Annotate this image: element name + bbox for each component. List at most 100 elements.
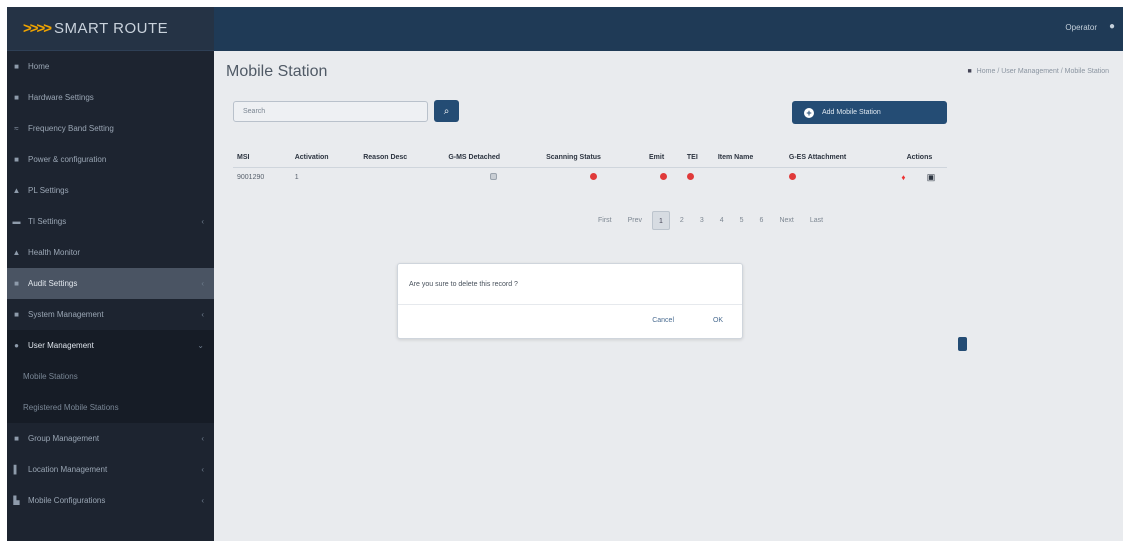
- column-header[interactable]: G-ES Attachment: [784, 149, 892, 168]
- app-logo[interactable]: >>>> SMART ROUTE: [7, 7, 214, 51]
- sidebar-item-home[interactable]: ■ Home: [7, 51, 214, 82]
- sidebar-item-pl[interactable]: ▲ PL Settings: [7, 175, 214, 206]
- add-button-label: Add Mobile Station: [822, 109, 881, 116]
- user-icon[interactable]: ●: [1109, 21, 1115, 32]
- power-icon: ■: [14, 155, 19, 164]
- cell-activation: 1: [294, 173, 299, 181]
- breadcrumb: ■ Home / User Management / Mobile Statio…: [967, 68, 1109, 75]
- checkbox-icon[interactable]: [489, 172, 497, 180]
- pagination-page-4[interactable]: 4: [714, 211, 730, 230]
- app-window: >>>> SMART ROUTE ■ Home ■ Hardware Setti…: [7, 7, 1123, 541]
- sidebar-item-label: Hardware Settings: [28, 93, 94, 102]
- chevron-left-icon: ‹: [201, 279, 204, 288]
- audit-icon: ■: [14, 279, 19, 288]
- column-header[interactable]: G-MS Detached: [444, 149, 543, 168]
- sidebar-item-frequency[interactable]: ≈ Frequency Band Setting: [7, 113, 214, 144]
- ok-button[interactable]: OK: [706, 312, 730, 329]
- sidebar-item-health[interactable]: ▲ Health Monitor: [7, 237, 214, 268]
- table-header-row: MSI Activation Reason Desc G-MS Detached…: [233, 149, 947, 168]
- logo-mark: >>>>: [23, 20, 52, 37]
- column-header[interactable]: Reason Desc: [359, 149, 445, 168]
- location-icon: ▌: [13, 465, 20, 474]
- user-icon: ●: [14, 341, 19, 350]
- sidebar-subitem-label: Mobile Stations: [23, 372, 78, 381]
- home-icon[interactable]: ■: [967, 68, 971, 75]
- column-header[interactable]: Emit: [644, 149, 683, 168]
- cancel-button[interactable]: Cancel: [652, 317, 674, 324]
- pagination-page-1[interactable]: 1: [652, 211, 670, 230]
- cell-attachment: [785, 167, 892, 187]
- system-icon: ■: [14, 310, 19, 319]
- page-title: Mobile Station: [226, 63, 328, 80]
- cell-msi: 9001290: [237, 173, 265, 181]
- status-dot-icon: [686, 172, 694, 180]
- sidebar-subitem-mobile-stations[interactable]: Mobile Stations: [7, 361, 214, 392]
- dialog-message: Are you sure to delete this record ?: [409, 281, 518, 288]
- status-dot-icon: [660, 172, 668, 180]
- cell-reason: [359, 167, 444, 187]
- settings-icon: ▬: [12, 217, 21, 226]
- sidebar-item-location[interactable]: ▌ Location Management ‹: [7, 454, 214, 485]
- chevron-left-icon: ‹: [201, 465, 204, 474]
- save-icon[interactable]: ▣: [927, 172, 936, 182]
- chevron-left-icon: ‹: [201, 496, 204, 505]
- status-dot-icon: [590, 172, 598, 180]
- pagination-first[interactable]: First: [592, 211, 618, 230]
- sidebar-subitem-registered-mobile-stations[interactable]: Registered Mobile Stations: [7, 392, 214, 423]
- pagination-last[interactable]: Last: [804, 211, 829, 230]
- sidebar-item-label: Mobile Configurations: [28, 496, 106, 505]
- pagination: First Prev 1 2 3 4 5 6 Next Last: [592, 211, 829, 230]
- column-header[interactable]: TEI: [682, 149, 714, 168]
- sidebar-item-label: TI Settings: [28, 217, 67, 226]
- sidebar-subitem-label: Registered Mobile Stations: [23, 403, 119, 412]
- column-header[interactable]: Item Name: [713, 149, 785, 168]
- sidebar-item-label: Home: [28, 62, 50, 71]
- search-icon: ⌕: [443, 105, 450, 117]
- pagination-page-3[interactable]: 3: [694, 211, 710, 230]
- breadcrumb-item[interactable]: Home: [977, 68, 996, 75]
- sidebar-item-user-management[interactable]: ● User Management ⌄: [7, 330, 214, 361]
- chevron-down-icon: ⌄: [197, 341, 204, 350]
- sidebar-item-label: PL Settings: [28, 186, 69, 195]
- sidebar-item-group[interactable]: ■ Group Management ‹: [7, 423, 214, 454]
- column-header[interactable]: Activation: [290, 149, 360, 168]
- sidebar-item-label: Power & configuration: [28, 155, 107, 164]
- cell-tei: [683, 167, 714, 187]
- sidebar-item-label: System Management: [28, 310, 104, 319]
- dialog-divider: [398, 304, 742, 305]
- sidebar-item-mobile-config[interactable]: ▙ Mobile Configurations ‹: [7, 485, 214, 516]
- user-menu[interactable]: Operator: [1065, 23, 1097, 32]
- frequency-icon: ≈: [14, 124, 19, 133]
- config-icon: ▙: [13, 496, 20, 505]
- column-header[interactable]: MSI: [233, 149, 291, 168]
- sidebar-item-ti[interactable]: ▬ TI Settings ‹: [7, 206, 214, 237]
- home-icon: ■: [14, 62, 19, 71]
- logo-text: SMART ROUTE: [54, 20, 169, 37]
- settings-icon: ▲: [12, 186, 21, 195]
- sidebar-item-audit[interactable]: ■ Audit Settings ‹: [7, 268, 214, 299]
- pagination-page-5[interactable]: 5: [734, 211, 750, 230]
- chevron-left-icon: ‹: [201, 310, 204, 319]
- sidebar-item-label: Group Management: [28, 434, 100, 443]
- add-mobile-station-button[interactable]: + Add Mobile Station: [792, 101, 947, 124]
- cell-detached: [444, 167, 542, 187]
- pagination-next[interactable]: Next: [773, 211, 799, 230]
- side-panel-toggle[interactable]: [958, 337, 967, 351]
- breadcrumb-item[interactable]: User Management: [1001, 68, 1059, 75]
- cell-emit: [645, 167, 683, 187]
- sidebar-item-label: Location Management: [28, 465, 108, 474]
- sidebar-item-system[interactable]: ■ System Management ‹: [7, 299, 214, 330]
- column-header[interactable]: Scanning Status: [542, 149, 645, 168]
- delete-icon[interactable]: ♦: [901, 173, 905, 182]
- sidebar-item-label: Health Monitor: [28, 248, 81, 257]
- sidebar-item-hardware[interactable]: ■ Hardware Settings: [7, 82, 214, 113]
- pagination-page-6[interactable]: 6: [754, 211, 770, 230]
- sidebar-item-power[interactable]: ■ Power & configuration: [7, 144, 214, 175]
- search-button[interactable]: ⌕: [434, 100, 459, 122]
- pagination-page-2[interactable]: 2: [674, 211, 690, 230]
- chevron-left-icon: ‹: [201, 434, 204, 443]
- pagination-prev[interactable]: Prev: [622, 211, 648, 230]
- table-row: 9001290 1 ♦ ▣: [233, 167, 947, 187]
- cell-item-name: [714, 167, 785, 187]
- search-input[interactable]: Search: [233, 101, 428, 122]
